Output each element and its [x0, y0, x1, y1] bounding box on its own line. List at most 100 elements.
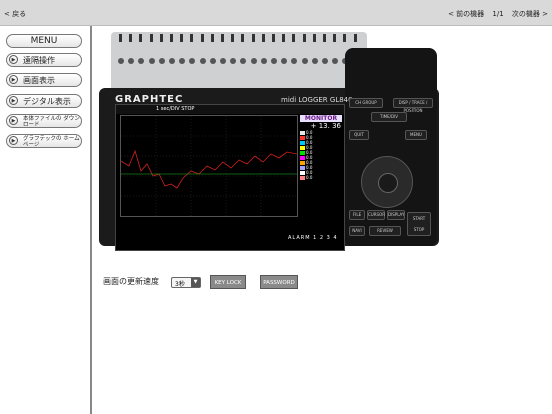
review-key: REVIEW: [369, 226, 401, 236]
monitor-panel: MONITOR + 13. 36 0.0 0.0 0.0 0.0 0.0 0.0 0.0 0.…: [300, 115, 342, 215]
terminal-pin: [200, 34, 204, 42]
play-arrow-icon: ▶: [9, 75, 18, 84]
waveform-plot: [120, 115, 298, 217]
control-bar: 画面の更新速度 3秒 ▼ KEY LOCK PASSWORD: [103, 273, 323, 293]
sidebar-item-label: 本体ファイルの ダウンロード: [23, 116, 80, 128]
chevron-down-icon: ▼: [191, 278, 200, 287]
sidebar-item-file-download[interactable]: ▶ 本体ファイルの ダウンロード: [6, 114, 82, 128]
refresh-rate-label: 画面の更新速度: [103, 277, 159, 286]
terminal-pin: [353, 34, 357, 42]
sidebar-item-digital-display[interactable]: ▶ デジタル表示: [6, 94, 82, 108]
terminal-pin: [119, 34, 122, 42]
terminal-screw: [260, 58, 267, 64]
device-model-name: midi LOGGER GL840: [281, 96, 353, 104]
waveform-svg: [120, 116, 298, 216]
input-terminal-block: [111, 32, 367, 92]
terminal-pin: [282, 34, 286, 42]
top-navigation-bar: < 戻る < 前の機器 1/1 次の機器 >: [0, 0, 552, 26]
password-button[interactable]: PASSWORD: [260, 275, 298, 289]
terminal-pin: [343, 34, 347, 42]
cursor-key: CURSOR: [367, 210, 385, 220]
channel-list: 0.0 0.0 0.0 0.0 0.0 0.0 0.0 0.0 0.0 0.0: [300, 130, 342, 180]
terminal-screw: [199, 58, 206, 64]
channel-value: 0.0: [306, 175, 313, 180]
start-stop-key: START STOP: [407, 212, 431, 236]
sidebar-item-screen-display[interactable]: ▶ 画面表示: [6, 73, 82, 87]
enter-key: [378, 173, 398, 193]
terminal-screw: [250, 58, 257, 64]
terminal-screw: [332, 58, 339, 64]
waveform-trace-red: [120, 149, 298, 189]
terminal-pin: [149, 34, 153, 42]
terminal-pin: [251, 34, 255, 42]
channel-row: 0.0: [300, 175, 342, 180]
refresh-rate-value: 3秒: [175, 281, 185, 288]
menu-button[interactable]: MENU: [6, 34, 82, 48]
terminal-screw: [118, 58, 124, 64]
terminal-pin: [221, 34, 224, 42]
terminal-pin: [312, 34, 316, 42]
sidebar-item-remote-operation[interactable]: ▶ 遠隔操作: [6, 53, 82, 67]
direction-pad: [361, 156, 413, 208]
play-arrow-icon: ▶: [9, 96, 18, 105]
play-arrow-icon: ▶: [9, 116, 18, 125]
screen-status-text: 1 sec/DIV STOP: [156, 106, 195, 112]
terminal-screw: [311, 58, 318, 64]
terminal-screw: [271, 58, 277, 64]
terminal-screw: [189, 58, 196, 64]
terminal-pin: [170, 34, 173, 42]
back-link[interactable]: < 戻る: [4, 9, 26, 19]
terminal-pin: [333, 34, 337, 42]
key-lock-button[interactable]: KEY LOCK: [210, 275, 246, 289]
terminal-screw: [148, 58, 155, 64]
next-device-link[interactable]: 次の機器 >: [512, 10, 548, 18]
terminal-pin: [159, 34, 163, 42]
sidebar-item-label: 遠隔操作: [23, 56, 55, 65]
menu-key: MENU: [405, 130, 427, 140]
disp-trace-key: DISP / TRACE / POSITION: [393, 98, 433, 113]
terminal-screw: [179, 58, 186, 64]
quit-key: QUIT: [349, 130, 369, 140]
terminal-pin: [210, 34, 214, 42]
terminal-pin: [241, 34, 245, 42]
terminal-pin: [180, 34, 184, 42]
timediv-key: TIME/DIV: [371, 112, 407, 122]
play-arrow-icon: ▶: [9, 55, 18, 64]
refresh-rate-select[interactable]: 3秒 ▼: [171, 277, 201, 288]
sidebar-item-label: 画面表示: [23, 76, 55, 85]
channel-color-swatch: [300, 176, 305, 180]
terminal-screw: [322, 58, 328, 64]
terminal-pin: [292, 34, 296, 42]
terminal-screw: [209, 58, 216, 64]
terminal-pin: [139, 34, 143, 42]
screen-status-bar: 1 sec/DIV STOP: [116, 105, 344, 114]
device-pager: < 前の機器 1/1 次の機器 >: [442, 9, 548, 19]
terminal-pin: [323, 34, 326, 42]
ch-group-key: CH GROUP: [349, 98, 383, 108]
terminal-pin: [261, 34, 265, 42]
sidebar-item-label: デジタル表示: [23, 97, 71, 106]
terminal-screw: [158, 58, 165, 64]
sidebar-item-label: グラフテックの ホームページ: [23, 136, 80, 148]
sidebar-item-homepage[interactable]: ▶ グラフテックの ホームページ: [6, 134, 82, 148]
terminal-screw: [301, 58, 308, 64]
alarm-indicator: ALARM 1 2 3 4: [288, 235, 338, 241]
terminal-pin: [272, 34, 275, 42]
sidebar: MENU ▶ 遠隔操作 ▶ 画面表示 ▶ デジタル表示 ▶ 本体ファイルの ダウ…: [0, 26, 92, 414]
display-key: DISPLAY: [387, 210, 405, 220]
navi-key: NAVI: [349, 226, 365, 236]
monitor-title: MONITOR: [300, 115, 342, 122]
terminal-pin: [302, 34, 306, 42]
terminal-screw: [230, 58, 237, 64]
prev-device-link[interactable]: < 前の機器: [448, 10, 484, 18]
monitor-value: + 13. 36: [310, 122, 341, 130]
terminal-screw: [128, 58, 135, 64]
terminal-screw: [138, 58, 145, 64]
file-key: FILE: [349, 210, 365, 220]
terminal-screw: [220, 58, 226, 64]
data-logger-device-image: GRAPHTEC midi LOGGER GL840 1 sec/DIV STO…: [99, 26, 439, 251]
terminal-pin: [190, 34, 194, 42]
terminal-screw: [281, 58, 288, 64]
terminal-pin: [231, 34, 235, 42]
terminal-pin: [129, 34, 133, 42]
